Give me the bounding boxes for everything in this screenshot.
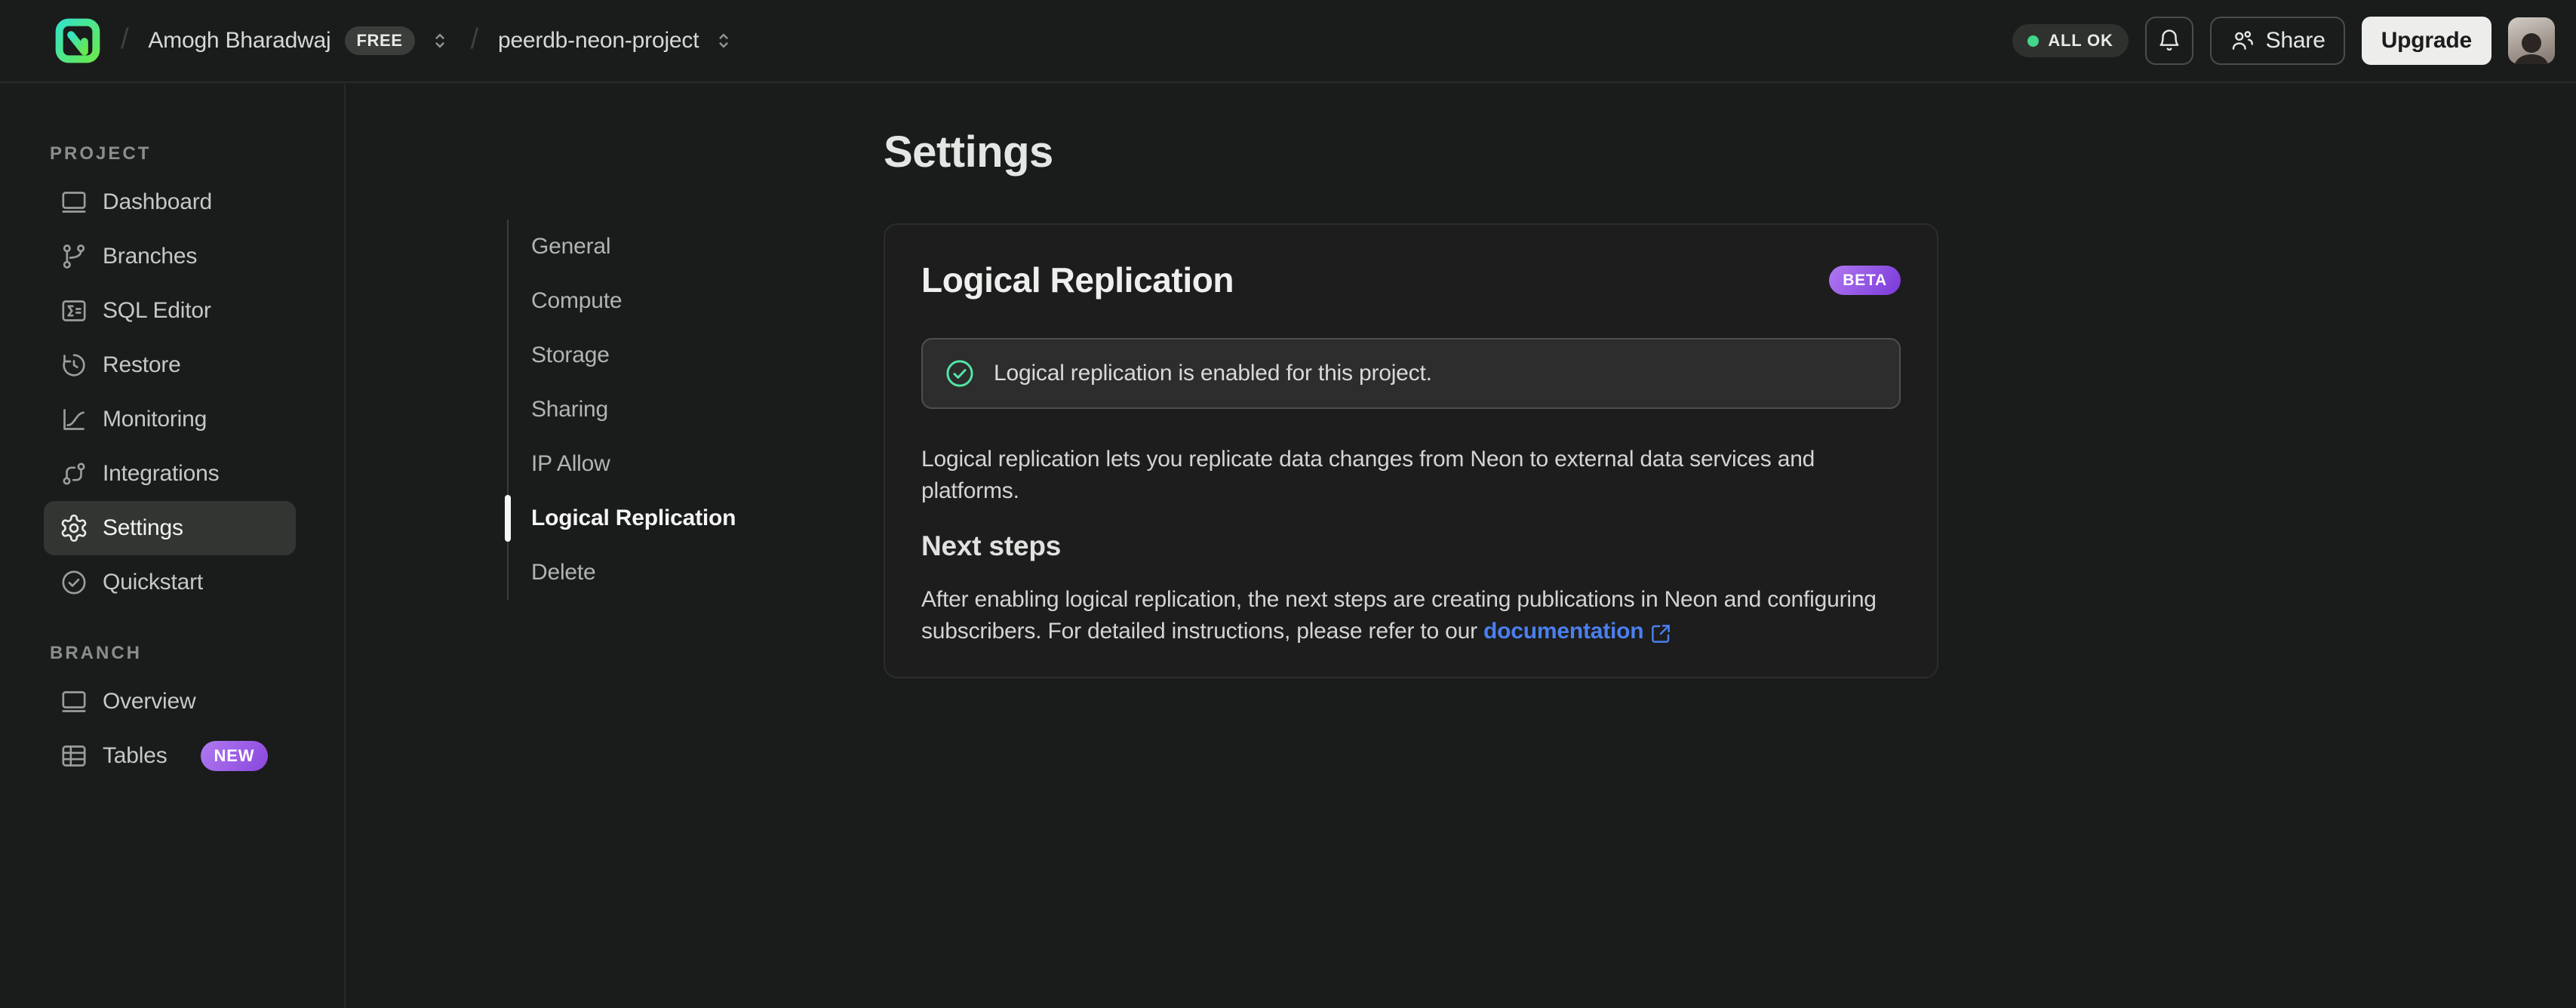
top-bar: / Amogh Bharadwaj FREE / peerdb-neon-pro… [0, 0, 2576, 83]
beta-badge: BETA [1829, 265, 1901, 295]
external-link-icon [1649, 620, 1672, 643]
plan-badge: FREE [344, 26, 415, 55]
description-text: Logical replication lets you replicate d… [921, 447, 1815, 503]
upgrade-button[interactable]: Upgrade [2361, 17, 2491, 65]
restore-history-icon [59, 350, 89, 380]
sidebar-item-integrations[interactable]: Integrations [44, 447, 296, 501]
dashboard-icon [59, 187, 89, 217]
project-name: peerdb-neon-project [497, 28, 699, 53]
notifications-button[interactable] [2144, 17, 2193, 65]
card-title: Logical Replication [921, 260, 1234, 300]
sidebar-item-sql-editor[interactable]: SQL Editor [44, 284, 296, 338]
status-dot-icon [2027, 35, 2040, 47]
settings-subnav: General Compute Storage Sharing IP Allow… [505, 220, 862, 600]
subnav-item-sharing[interactable]: Sharing [507, 383, 862, 437]
sidebar: PROJECT Dashboard Branches SQL Editor Re… [0, 85, 346, 1008]
subnav-item-logical-replication[interactable]: Logical Replication [505, 491, 862, 545]
org-breadcrumb[interactable]: Amogh Bharadwaj FREE [148, 26, 450, 55]
subnav-item-delete[interactable]: Delete [507, 545, 862, 600]
subnav-item-storage[interactable]: Storage [507, 328, 862, 383]
next-steps-title: Next steps [921, 530, 1062, 561]
alert-text: Logical replication is enabled for this … [994, 361, 1432, 386]
git-branch-icon [59, 241, 89, 272]
sidebar-item-quickstart[interactable]: Quickstart [44, 555, 296, 610]
success-alert: Logical replication is enabled for this … [921, 338, 1901, 409]
sidebar-item-monitoring[interactable]: Monitoring [44, 392, 296, 447]
status-pill[interactable]: ALL OK [2012, 24, 2129, 57]
breadcrumb-separator: / [121, 23, 129, 55]
avatar-silhouette [2515, 33, 2548, 64]
monitoring-chart-icon [59, 404, 89, 435]
user-avatar[interactable] [2508, 17, 2555, 64]
documentation-link[interactable]: documentation [1483, 616, 1672, 647]
subnav-item-ip-allow[interactable]: IP Allow [507, 437, 862, 491]
overview-icon [59, 687, 89, 717]
success-check-icon [944, 358, 976, 389]
org-name: Amogh Bharadwaj [148, 28, 331, 53]
page-title: Settings [884, 128, 1053, 177]
chevron-updown-icon [429, 29, 451, 52]
chevron-updown-icon [712, 29, 735, 52]
share-button[interactable]: Share [2209, 17, 2345, 65]
next-steps-text: After enabling logical replication, the … [921, 584, 1901, 647]
section-label-project: PROJECT [50, 143, 152, 164]
section-label-branch: BRANCH [50, 643, 142, 663]
sidebar-item-overview[interactable]: Overview [44, 675, 296, 729]
table-icon [59, 741, 89, 771]
sidebar-item-restore[interactable]: Restore [44, 338, 296, 392]
people-icon [2230, 28, 2255, 54]
sidebar-item-tables[interactable]: Tables NEW [44, 729, 296, 783]
subnav-item-general[interactable]: General [507, 220, 862, 274]
sql-editor-icon [59, 296, 89, 326]
new-badge: NEW [200, 741, 269, 771]
gear-icon [59, 513, 89, 543]
subnav-item-compute[interactable]: Compute [507, 274, 862, 328]
sidebar-item-settings[interactable]: Settings [44, 501, 296, 555]
sidebar-item-branches[interactable]: Branches [44, 229, 296, 284]
project-breadcrumb[interactable]: peerdb-neon-project [498, 28, 735, 54]
logical-replication-card: Logical Replication BETA Logical replica… [884, 223, 1938, 678]
bell-icon [2156, 28, 2182, 54]
status-label: ALL OK [2048, 31, 2113, 50]
integrations-icon [59, 459, 89, 489]
breadcrumb-separator: / [470, 23, 479, 55]
sidebar-item-dashboard[interactable]: Dashboard [44, 175, 296, 229]
check-circle-icon [59, 567, 89, 598]
neon-logo[interactable] [54, 17, 101, 64]
share-label: Share [2265, 28, 2325, 53]
